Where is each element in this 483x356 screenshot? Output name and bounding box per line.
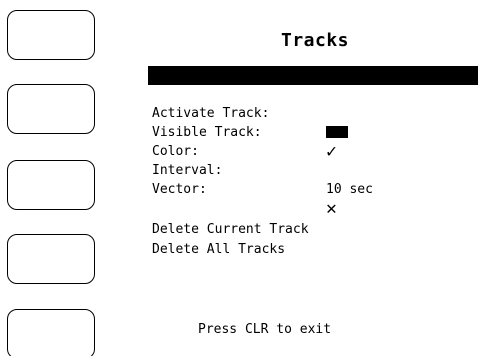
color-row[interactable]: Color: (148, 123, 478, 159)
soft-key-5[interactable] (7, 309, 95, 356)
soft-key-2[interactable] (7, 84, 95, 134)
exit-hint: Press CLR to exit (198, 322, 332, 337)
interval-row[interactable]: Interval: 10 sec (148, 142, 478, 197)
soft-key-1[interactable] (7, 10, 95, 60)
soft-key-3[interactable] (7, 160, 95, 210)
activate-track-row[interactable]: Activate Track: ✓ (148, 85, 478, 142)
delete-all-tracks-button[interactable]: Delete All Tracks (152, 240, 285, 259)
track-settings-list: Current Track: 1 Activate Track: ✓ Visib… (148, 66, 478, 218)
vector-label: Vector: (152, 182, 207, 197)
page-title: Tracks (280, 30, 350, 51)
color-swatch (326, 126, 348, 138)
interval-value: 10 sec (326, 182, 373, 197)
soft-key-4[interactable] (7, 234, 95, 284)
delete-current-track-button[interactable]: Delete Current Track (152, 220, 309, 239)
vector-row[interactable]: Vector: ✕ (148, 161, 478, 218)
visible-track-row[interactable]: Visible Track: ✓ (148, 104, 478, 161)
vector-cross-icon: ✕ (326, 198, 337, 219)
current-track-row[interactable]: Current Track: 1 (148, 66, 478, 121)
